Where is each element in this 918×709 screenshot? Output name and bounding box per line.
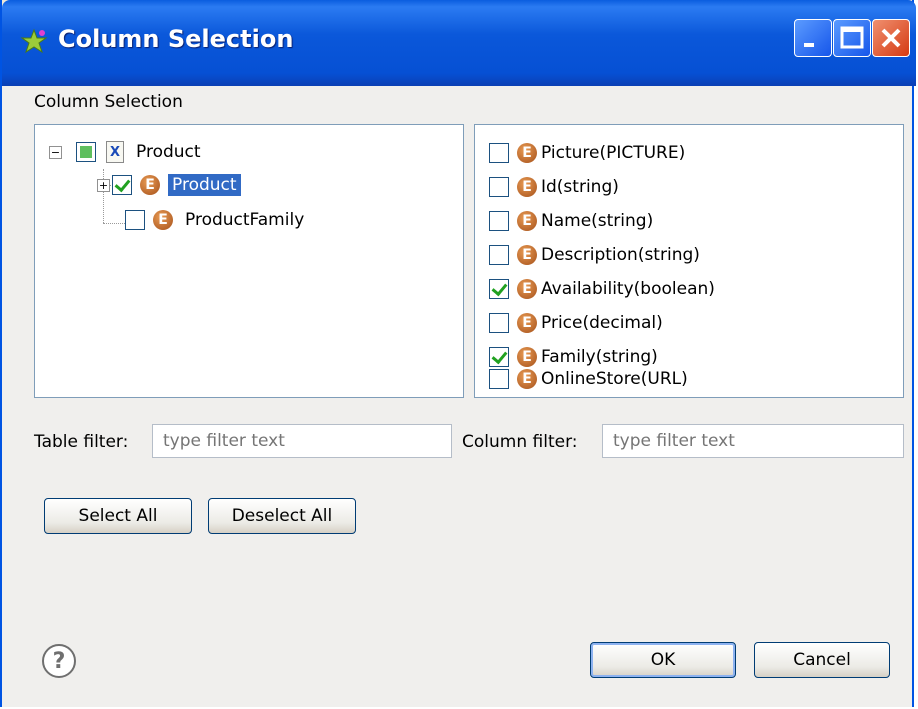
- maximize-button[interactable]: [833, 19, 871, 57]
- dialog-body: Column Selection − X Product + E Product…: [2, 86, 912, 707]
- column-label: Availability(boolean): [541, 279, 715, 299]
- column-item[interactable]: E Availability(boolean): [489, 274, 715, 304]
- xsd-file-icon: X: [106, 141, 124, 163]
- minimize-icon: [804, 43, 814, 47]
- tree-root-checkbox[interactable]: [76, 142, 96, 162]
- column-item[interactable]: E Picture(PICTURE): [489, 138, 685, 168]
- tree-item-product-checkbox[interactable]: [112, 175, 132, 195]
- column-filter-label: Column filter:: [462, 432, 578, 452]
- dialog-window: Column Selection Column Selection − X Pr…: [0, 0, 916, 707]
- entity-icon: E: [517, 279, 537, 299]
- column-label: Id(string): [541, 177, 619, 197]
- maximize-icon: [840, 26, 864, 49]
- tree-item-label: Product: [168, 174, 241, 196]
- column-item[interactable]: E Name(string): [489, 206, 653, 236]
- expand-toggle[interactable]: +: [97, 178, 110, 192]
- column-item[interactable]: E OnlineStore(URL): [489, 364, 688, 394]
- column-checkbox[interactable]: [489, 245, 509, 265]
- select-all-button[interactable]: Select All: [44, 498, 192, 534]
- tree-root-item[interactable]: − X Product: [49, 137, 205, 167]
- minimize-button[interactable]: [794, 19, 832, 57]
- entity-icon: E: [517, 143, 537, 163]
- title-bar[interactable]: Column Selection: [2, 0, 916, 86]
- window-title: Column Selection: [58, 25, 294, 53]
- entity-icon: E: [517, 245, 537, 265]
- ok-button[interactable]: OK: [590, 642, 736, 678]
- column-checkbox[interactable]: [489, 177, 509, 197]
- column-label: Price(decimal): [541, 313, 663, 333]
- close-button[interactable]: [872, 19, 910, 57]
- entity-icon: E: [153, 210, 173, 230]
- tree-root-label: Product: [136, 142, 201, 162]
- tree-item-label: ProductFamily: [185, 210, 305, 230]
- column-item[interactable]: E Description(string): [489, 240, 700, 270]
- cancel-button[interactable]: Cancel: [754, 642, 890, 678]
- column-item[interactable]: E Id(string): [489, 172, 619, 202]
- section-label: Column Selection: [34, 92, 183, 112]
- column-item[interactable]: E Price(decimal): [489, 308, 663, 338]
- entity-icon: E: [517, 177, 537, 197]
- entity-icon: E: [517, 211, 537, 231]
- column-label: Picture(PICTURE): [541, 143, 686, 163]
- entity-icon: E: [517, 369, 537, 389]
- tree-item-productfamily[interactable]: E ProductFamily: [125, 205, 308, 235]
- column-checkbox[interactable]: [489, 369, 509, 389]
- collapse-toggle[interactable]: −: [49, 145, 62, 159]
- table-tree-panel[interactable]: − X Product + E Product E ProductFamily: [34, 124, 464, 398]
- table-filter-label: Table filter:: [34, 432, 129, 452]
- column-label: Description(string): [541, 245, 700, 265]
- app-icon: [20, 28, 48, 54]
- column-checkbox[interactable]: [489, 143, 509, 163]
- close-icon: [881, 28, 901, 48]
- column-checkbox[interactable]: [489, 279, 509, 299]
- column-list-panel[interactable]: E Picture(PICTURE) E Id(string) E Name(s…: [474, 124, 904, 398]
- column-label: OnlineStore(URL): [541, 369, 688, 389]
- entity-icon: E: [140, 175, 160, 195]
- tree-item-product[interactable]: + E Product: [97, 170, 241, 200]
- column-checkbox[interactable]: [489, 211, 509, 231]
- table-filter-input[interactable]: [152, 424, 452, 458]
- deselect-all-button[interactable]: Deselect All: [208, 498, 356, 534]
- column-checkbox[interactable]: [489, 313, 509, 333]
- column-label: Name(string): [541, 211, 654, 231]
- column-filter-input[interactable]: [602, 424, 904, 458]
- tree-item-productfamily-checkbox[interactable]: [125, 210, 145, 230]
- entity-icon: E: [517, 313, 537, 333]
- help-icon[interactable]: ?: [42, 644, 76, 678]
